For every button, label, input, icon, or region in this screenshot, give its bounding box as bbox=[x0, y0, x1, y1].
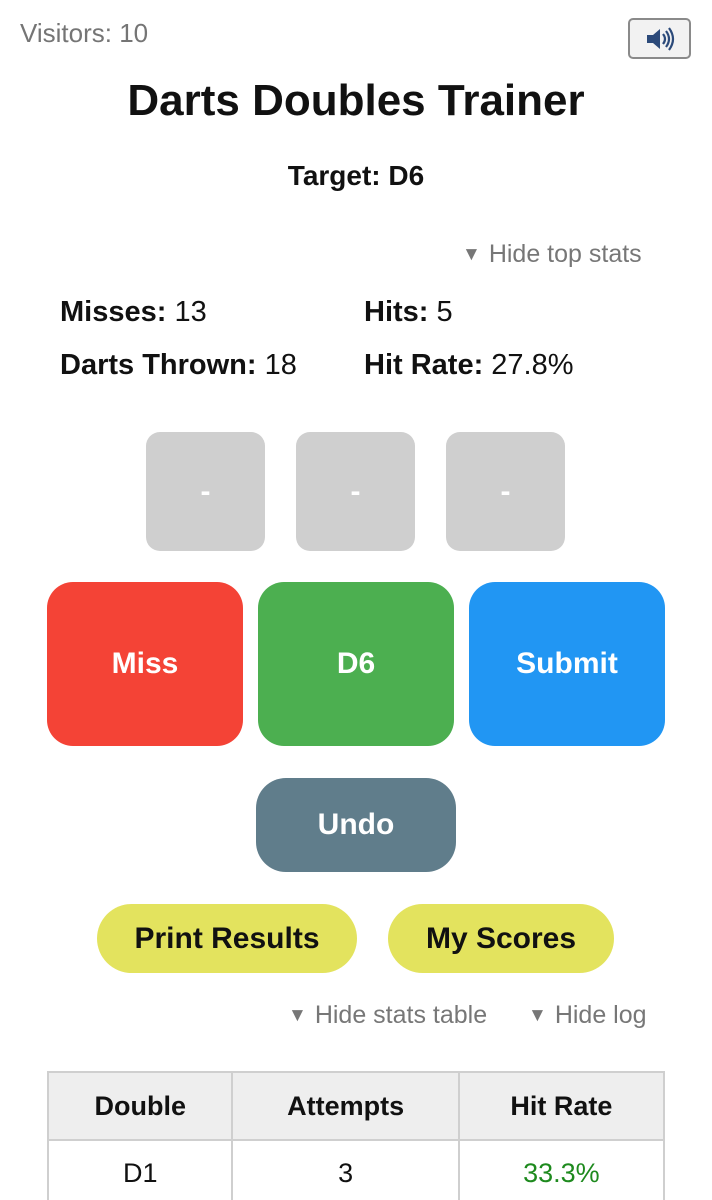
triangle-down-icon: ▼ bbox=[288, 1005, 307, 1026]
misses-value: 13 bbox=[174, 296, 207, 328]
hit-rate-value: 27.8% bbox=[491, 349, 574, 381]
dart-slot-3: - bbox=[446, 432, 565, 551]
column-header-double: Double bbox=[46, 1071, 234, 1141]
hits-value: 5 bbox=[436, 296, 453, 328]
table-row: D1 3 33.3% bbox=[46, 1139, 666, 1200]
target-display: Target: D6 bbox=[0, 160, 712, 192]
darts-thrown-value: 18 bbox=[264, 349, 297, 381]
hide-log-toggle[interactable]: ▼ Hide log bbox=[528, 1001, 647, 1030]
darts-thrown-stat: Darts Thrown: 18 bbox=[60, 349, 297, 382]
miss-button[interactable]: Miss bbox=[47, 582, 243, 746]
undo-button[interactable]: Undo bbox=[256, 778, 456, 872]
table-header-row: Double Attempts Hit Rate bbox=[46, 1071, 666, 1141]
hit-rate-label: Hit Rate: bbox=[364, 349, 484, 381]
cell-hit-rate: 33.3% bbox=[457, 1139, 666, 1200]
triangle-down-icon: ▼ bbox=[528, 1005, 547, 1026]
sound-toggle-button[interactable] bbox=[628, 18, 691, 59]
target-value: D6 bbox=[388, 160, 425, 191]
column-header-attempts: Attempts bbox=[231, 1071, 460, 1141]
misses-stat: Misses: 13 bbox=[60, 296, 207, 329]
dart-slot-1: - bbox=[146, 432, 265, 551]
misses-label: Misses: bbox=[60, 296, 167, 328]
dart-slot-2: - bbox=[296, 432, 415, 551]
hits-label: Hits: bbox=[364, 296, 429, 328]
darts-thrown-label: Darts Thrown: bbox=[60, 349, 257, 381]
hide-stats-table-toggle[interactable]: ▼ Hide stats table bbox=[288, 1001, 487, 1030]
visitor-count: Visitors: 10 bbox=[20, 18, 149, 48]
cell-attempts: 3 bbox=[231, 1139, 460, 1200]
hide-stats-table-label: Hide stats table bbox=[314, 1001, 488, 1029]
hide-top-stats-toggle[interactable]: ▼ Hide top stats bbox=[462, 240, 642, 269]
speaker-icon bbox=[646, 26, 674, 51]
submit-button[interactable]: Submit bbox=[469, 582, 665, 746]
hide-top-stats-label: Hide top stats bbox=[488, 240, 642, 268]
hit-double-button[interactable]: D6 bbox=[258, 582, 454, 746]
cell-double: D1 bbox=[46, 1139, 234, 1200]
my-scores-button[interactable]: My Scores bbox=[388, 904, 614, 973]
hide-log-label: Hide log bbox=[554, 1001, 647, 1029]
page-title: Darts Doubles Trainer bbox=[127, 76, 585, 125]
target-label: Target: bbox=[287, 160, 381, 191]
column-header-hit-rate: Hit Rate bbox=[457, 1071, 666, 1141]
print-results-button[interactable]: Print Results bbox=[97, 904, 357, 973]
hits-stat: Hits: 5 bbox=[364, 296, 453, 329]
doubles-stats-table: Double Attempts Hit Rate D1 3 33.3% bbox=[46, 1071, 666, 1200]
hit-rate-stat: Hit Rate: 27.8% bbox=[364, 349, 574, 382]
triangle-down-icon: ▼ bbox=[462, 244, 481, 265]
